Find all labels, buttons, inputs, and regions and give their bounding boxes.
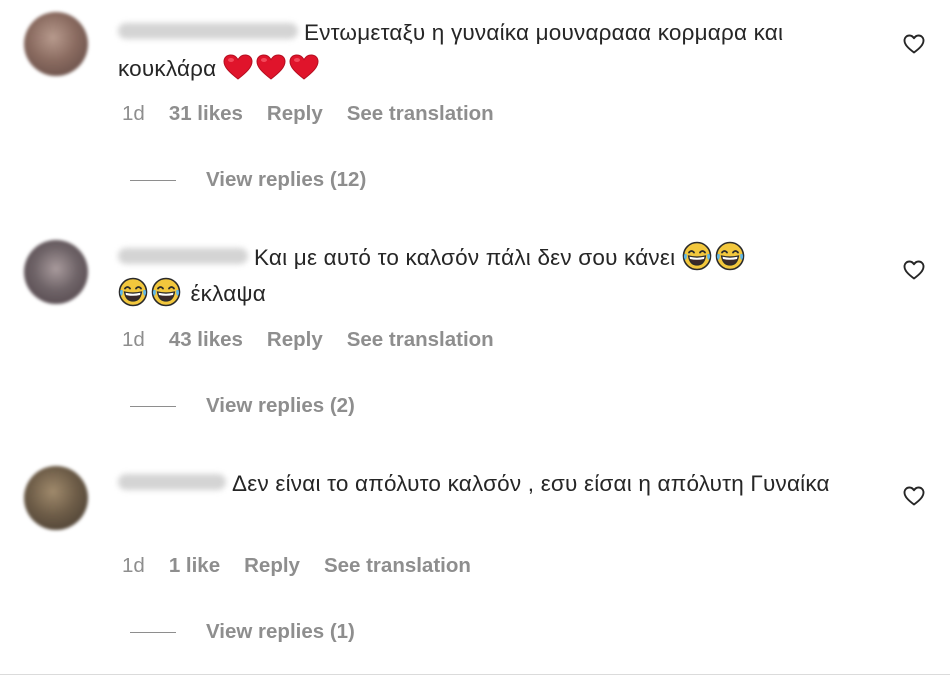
comment-body: Και με αυτό το καλσόν πάλι δεν σου κάνει… (118, 240, 858, 312)
username-blurred[interactable] (118, 23, 298, 40)
reply-button[interactable]: Reply (244, 554, 300, 578)
replies-divider (130, 405, 176, 407)
see-translation-button[interactable]: See translation (324, 554, 471, 578)
replies-divider (130, 179, 176, 181)
like-heart-icon[interactable] (902, 258, 926, 282)
view-replies-label: View replies (2) (206, 394, 355, 417)
comment-time: 1d (122, 554, 145, 577)
comment-item: Και με αυτό το καλσόν πάλι δεν σου κάνει… (0, 226, 950, 452)
view-replies-button[interactable]: View replies (12) (130, 168, 366, 192)
comment-time: 1d (122, 328, 145, 351)
comment-body: Δεν είναι το απόλυτο καλσόν , εσυ είσαι … (118, 466, 858, 502)
likes-count[interactable]: 1 like (169, 554, 220, 578)
view-replies-label: View replies (12) (206, 168, 367, 191)
comment-body: Εντωμεταξυ η γυναίκα μουναρααα κορμαρα κ… (118, 15, 858, 87)
avatar[interactable] (24, 12, 88, 76)
comment-meta: 1d 43 likes Reply See translation (122, 328, 494, 352)
view-replies-button[interactable]: View replies (1) (130, 620, 355, 644)
tears-of-joy-icon (151, 277, 181, 307)
username-blurred[interactable] (118, 248, 248, 265)
comment-time: 1d (122, 102, 145, 125)
comment-text: Και με αυτό το καλσόν πάλι δεν σου κάνει (254, 245, 676, 270)
replies-divider (130, 631, 176, 633)
avatar[interactable] (24, 466, 88, 530)
red-heart-icon (289, 54, 319, 80)
likes-count[interactable]: 43 likes (169, 328, 243, 352)
likes-count[interactable]: 31 likes (169, 102, 243, 126)
like-heart-icon[interactable] (902, 484, 926, 508)
tears-of-joy-icon (682, 241, 712, 271)
comment-text-continued: έκλαψα (190, 281, 266, 306)
avatar[interactable] (24, 240, 88, 304)
comment-text: Δεν είναι το απόλυτο καλσόν , εσυ είσαι … (232, 471, 830, 496)
tears-of-joy-icon (715, 241, 745, 271)
view-replies-button[interactable]: View replies (2) (130, 394, 355, 418)
comment-meta: 1d 1 like Reply See translation (122, 554, 471, 578)
red-heart-icon (223, 54, 253, 80)
red-heart-icon (256, 54, 286, 80)
see-translation-button[interactable]: See translation (347, 102, 494, 126)
see-translation-button[interactable]: See translation (347, 328, 494, 352)
tears-of-joy-icon (118, 277, 148, 307)
comment-item: Εντωμεταξυ η γυναίκα μουναρααα κορμαρα κ… (0, 0, 950, 226)
like-heart-icon[interactable] (902, 32, 926, 56)
view-replies-label: View replies (1) (206, 620, 355, 643)
comment-meta: 1d 31 likes Reply See translation (122, 102, 494, 126)
reply-button[interactable]: Reply (267, 102, 323, 126)
comment-item: Δεν είναι το απόλυτο καλσόν , εσυ είσαι … (0, 452, 950, 675)
username-blurred[interactable] (118, 474, 226, 491)
reply-button[interactable]: Reply (267, 328, 323, 352)
